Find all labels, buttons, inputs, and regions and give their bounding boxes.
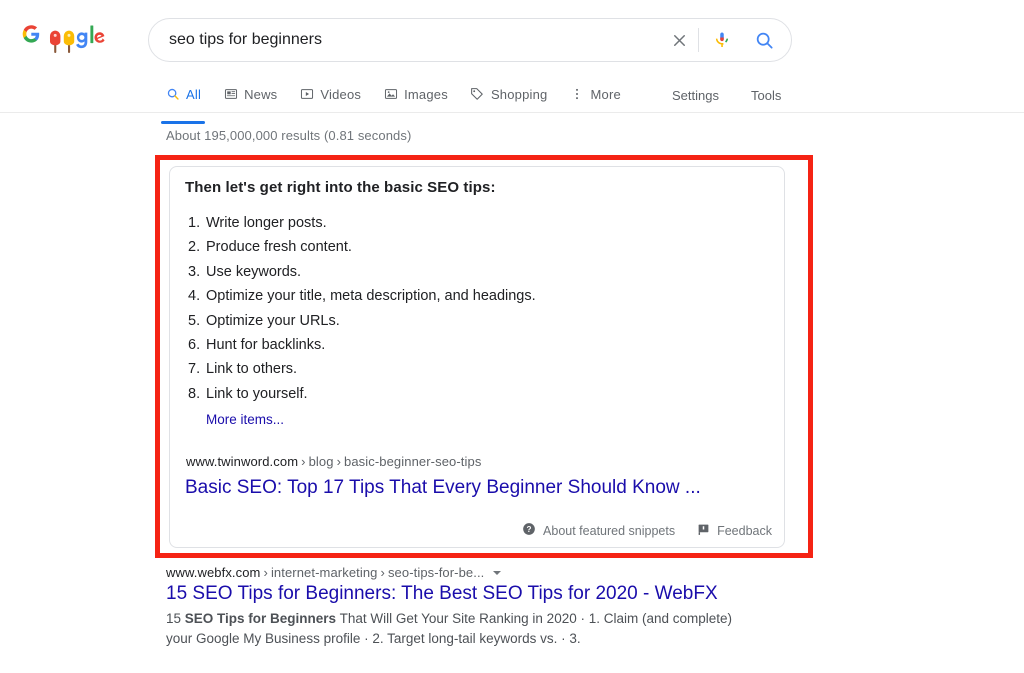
- organic-result-url[interactable]: www.webfx.com›internet-marketing›seo-tip…: [166, 565, 786, 580]
- list-item: 3.Use keywords.: [188, 260, 536, 284]
- list-item: 8.Link to yourself.: [188, 382, 536, 406]
- list-item: 7.Link to others.: [188, 357, 536, 381]
- url-separator: ›: [261, 565, 271, 580]
- featured-snippet-card: Then let's get right into the basic SEO …: [169, 166, 785, 548]
- about-featured-snippets-label: About featured snippets: [543, 524, 675, 538]
- list-item-number: 3.: [188, 260, 206, 284]
- organic-result-snippet: 15 SEO Tips for Beginners That Will Get …: [166, 609, 738, 648]
- tab-shopping-label: Shopping: [491, 87, 548, 102]
- list-item-number: 7.: [188, 357, 206, 381]
- list-item-text: Link to yourself.: [206, 386, 308, 402]
- google-search-results-page: All News: [0, 0, 1024, 673]
- search-submit-button[interactable]: [743, 19, 785, 61]
- featured-snippet-list: 1.Write longer posts. 2.Produce fresh co…: [188, 211, 536, 406]
- list-item: 6.Hunt for backlinks.: [188, 333, 536, 357]
- google-logo[interactable]: [22, 24, 116, 58]
- list-item-text: Use keywords.: [206, 264, 301, 280]
- clear-search-button[interactable]: [662, 19, 696, 61]
- featured-snippet-heading: Then let's get right into the basic SEO …: [185, 179, 496, 196]
- more-items-link[interactable]: More items...: [206, 412, 284, 427]
- tab-more[interactable]: More: [569, 78, 620, 112]
- url-domain: www.twinword.com: [186, 454, 298, 469]
- organic-result: www.webfx.com›internet-marketing›seo-tip…: [166, 565, 786, 648]
- search-tools-nav: Settings Tools: [672, 78, 813, 112]
- svg-text:?: ?: [527, 525, 532, 534]
- tab-videos-label: Videos: [320, 87, 361, 102]
- featured-snippet-title-link[interactable]: Basic SEO: Top 17 Tips That Every Beginn…: [185, 477, 701, 499]
- list-item-number: 1.: [188, 211, 206, 235]
- tab-news-label: News: [244, 87, 277, 102]
- search-icon: [754, 30, 775, 51]
- feedback-link[interactable]: Feedback: [697, 523, 772, 539]
- chevron-down-icon[interactable]: [493, 571, 501, 575]
- tab-active-underline: [161, 121, 205, 124]
- list-item-text: Hunt for backlinks.: [206, 337, 325, 353]
- list-item-text: Write longer posts.: [206, 215, 327, 231]
- url-separator: ›: [378, 565, 388, 580]
- url-crumb: seo-tips-for-be...: [388, 565, 484, 580]
- tools-button[interactable]: Tools: [751, 78, 781, 112]
- search-nav-tabs: All News: [165, 78, 643, 112]
- list-item-number: 2.: [188, 235, 206, 259]
- feedback-label: Feedback: [717, 524, 772, 538]
- snippet-text-pre: 15: [166, 611, 185, 626]
- tab-videos[interactable]: Videos: [299, 78, 361, 112]
- search-header: All News: [0, 0, 1024, 113]
- news-icon: [223, 87, 238, 102]
- url-crumb: basic-beginner-seo-tips: [344, 454, 481, 469]
- list-item: 2.Produce fresh content.: [188, 235, 536, 259]
- header-divider: [0, 112, 1024, 113]
- tag-icon: [470, 87, 485, 102]
- tab-all-label: All: [186, 87, 201, 102]
- help-circle-icon: ?: [522, 522, 536, 539]
- tab-all[interactable]: All: [165, 78, 201, 112]
- about-featured-snippets-link[interactable]: ? About featured snippets: [522, 522, 675, 539]
- close-icon: [670, 31, 689, 50]
- tab-images[interactable]: Images: [383, 78, 448, 112]
- list-item-text: Optimize your URLs.: [206, 313, 340, 329]
- list-item: 4.Optimize your title, meta description,…: [188, 284, 536, 308]
- url-separator: ›: [298, 454, 308, 469]
- list-item-number: 5.: [188, 309, 206, 333]
- url-crumb: internet-marketing: [271, 565, 378, 580]
- voice-search-button[interactable]: [701, 19, 743, 61]
- list-item: 5.Optimize your URLs.: [188, 309, 536, 333]
- tab-shopping[interactable]: Shopping: [470, 78, 548, 112]
- featured-snippet-url[interactable]: www.twinword.com›blog›basic-beginner-seo…: [186, 454, 481, 469]
- url-crumb: blog: [309, 454, 334, 469]
- search-box[interactable]: [148, 18, 792, 62]
- tab-news[interactable]: News: [223, 78, 277, 112]
- settings-button[interactable]: Settings: [672, 78, 719, 112]
- url-separator: ›: [334, 454, 344, 469]
- list-item-text: Produce fresh content.: [206, 239, 352, 255]
- organic-result-title-link[interactable]: 15 SEO Tips for Beginners: The Best SEO …: [166, 583, 786, 605]
- url-domain: www.webfx.com: [166, 565, 261, 580]
- list-item-number: 6.: [188, 333, 206, 357]
- search-icon: [165, 87, 180, 102]
- search-input[interactable]: [149, 19, 662, 61]
- flag-icon: [697, 523, 710, 539]
- list-item-number: 4.: [188, 284, 206, 308]
- search-divider: [698, 28, 699, 52]
- result-stats: About 195,000,000 results (0.81 seconds): [166, 128, 411, 143]
- snippet-text-bold: SEO Tips for Beginners: [185, 611, 336, 626]
- list-item-text: Optimize your title, meta description, a…: [206, 288, 536, 304]
- video-icon: [299, 87, 314, 102]
- tab-more-label: More: [590, 87, 620, 102]
- list-item-number: 8.: [188, 382, 206, 406]
- list-item-text: Link to others.: [206, 361, 297, 377]
- featured-snippet-footer: ? About featured snippets Feedback: [522, 522, 772, 539]
- list-item: 1.Write longer posts.: [188, 211, 536, 235]
- tab-images-label: Images: [404, 87, 448, 102]
- microphone-icon: [712, 30, 732, 50]
- more-vertical-icon: [569, 87, 584, 102]
- image-icon: [383, 87, 398, 102]
